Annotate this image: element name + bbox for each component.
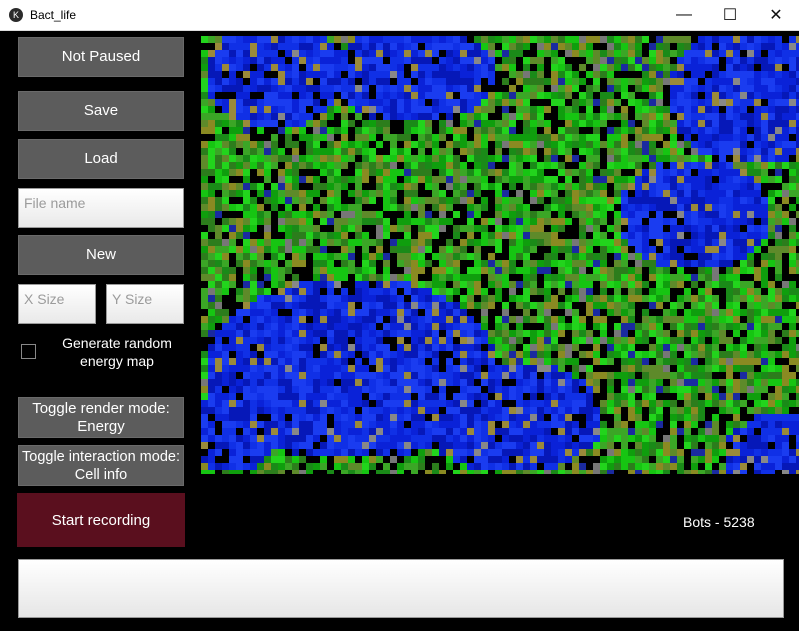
console-input[interactable] (18, 559, 784, 618)
file-name-input[interactable]: File name (18, 188, 184, 228)
pause-toggle-button[interactable]: Not Paused (18, 37, 184, 77)
render-mode-button[interactable]: Toggle render mode: Energy (18, 397, 184, 438)
maximize-button[interactable]: ☐ (707, 0, 753, 30)
random-energy-checkbox[interactable] (21, 344, 36, 359)
load-button[interactable]: Load (18, 139, 184, 179)
simulation-grid[interactable] (201, 36, 799, 474)
record-button[interactable]: Start recording (17, 493, 185, 547)
bot-count: Bots - 5238 (683, 514, 755, 530)
y-size-input[interactable]: Y Size (106, 284, 184, 324)
app-icon: K (9, 8, 23, 22)
x-size-input[interactable]: X Size (18, 284, 96, 324)
minimize-button[interactable]: — (661, 0, 707, 30)
title-bar: K Bact_life — ☐ ✕ (0, 0, 799, 31)
interaction-mode-button[interactable]: Toggle interaction mode: Cell info (18, 445, 184, 486)
random-energy-label: Generate random energy map (62, 335, 172, 369)
new-button[interactable]: New (18, 235, 184, 275)
window-title: Bact_life (30, 8, 77, 22)
save-button[interactable]: Save (18, 91, 184, 131)
close-button[interactable]: ✕ (753, 0, 799, 30)
